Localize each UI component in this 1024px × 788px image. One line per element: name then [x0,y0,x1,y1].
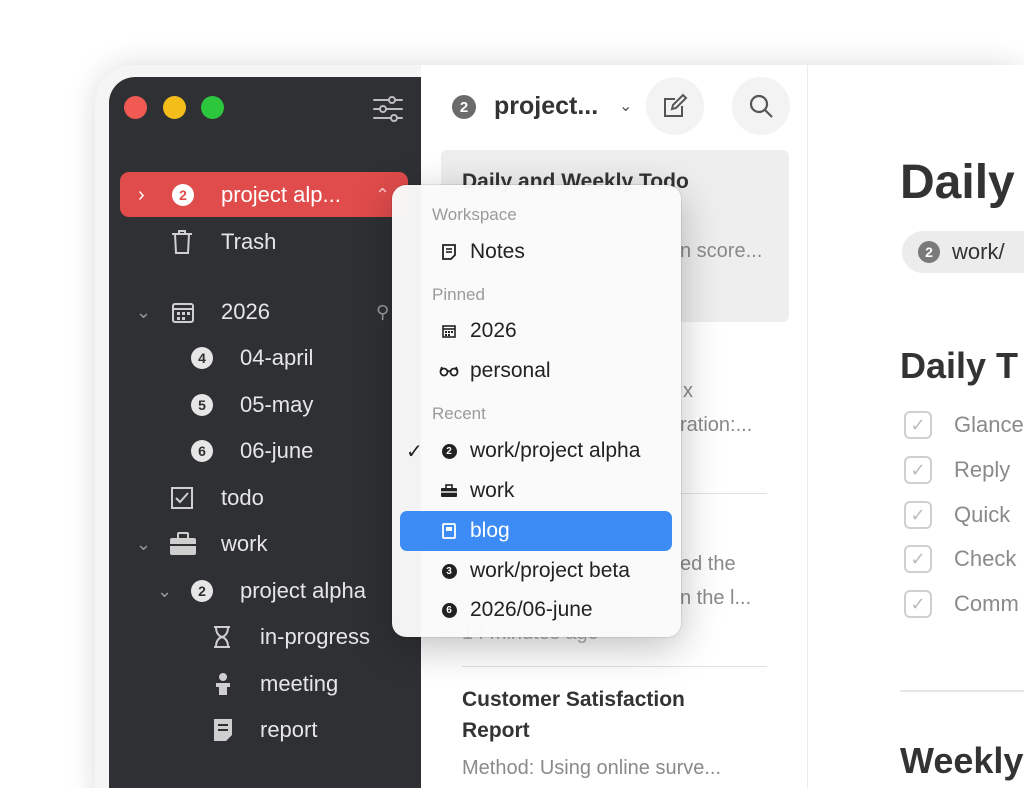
todo-item[interactable]: ✓ Check [904,544,1016,574]
todo-item[interactable]: ✓ Quick [904,500,1010,530]
briefcase-icon [436,484,462,498]
todo-item[interactable]: ✓ Reply [904,455,1010,485]
badge-4: 4 [191,338,213,378]
note-snippet: ed the [680,553,736,575]
menu-item-work[interactable]: work [400,471,672,511]
menu-item-personal[interactable]: personal [400,351,672,391]
menu-section-recent: Recent [432,404,486,423]
badge-5: 5 [191,385,213,425]
close-window-button[interactable] [124,96,147,119]
badge-3-icon: 3 [436,563,462,579]
menu-item-work-project-beta[interactable]: 3 work/project beta [400,551,672,591]
note-tag[interactable]: 2 work/ [902,231,1024,273]
section-heading: Weekly [900,740,1024,781]
up-down-chevron-icon[interactable]: ⌃ [375,175,390,215]
sidebar-item-05-may[interactable]: 05-may [240,385,313,425]
menu-item-notes[interactable]: Notes [400,232,672,272]
badge-6: 6 [191,431,213,471]
sidebar-item-work[interactable]: work [221,524,267,564]
sidebar-item-report[interactable]: report [260,710,317,750]
sidebar-item-trash[interactable]: Trash [221,222,276,262]
sidebar-item-in-progress[interactable]: in-progress [260,617,370,657]
workspace-badge: 2 [172,175,194,215]
menu-item-work-project-alpha[interactable]: ✓ 2 work/project alpha [400,431,672,471]
document-icon [213,710,233,750]
note-title: Customer Satisfaction [462,688,685,711]
chevron-down-icon[interactable]: ⌄ [136,524,151,564]
menu-item-blog[interactable]: blog [400,511,672,551]
compose-button[interactable] [646,77,704,135]
glasses-icon [436,365,462,377]
expand-chevron-icon[interactable]: › [138,175,145,215]
menu-item-2026[interactable]: 2026 [400,311,672,351]
note-snippet: x [683,380,693,402]
book-icon [436,523,462,539]
search-button[interactable] [732,77,790,135]
note-snippet: n the l... [680,587,752,609]
chevron-down-icon[interactable]: ⌄ [157,571,172,611]
checkbox-icon [171,478,193,518]
checkbox-icon[interactable]: ✓ [904,590,932,618]
note-snippet: Method: Using online surve... [462,757,722,779]
minimize-window-button[interactable] [163,96,186,119]
sidebar-item-06-june[interactable]: 06-june [240,431,313,471]
todo-item[interactable]: ✓ Glance [904,410,1024,440]
list-header-title[interactable]: project... [494,92,598,121]
section-heading: Daily T [900,345,1019,386]
workspace-label: project alp... [221,182,341,207]
search-icon [749,94,773,118]
note-snippet: ration:... [680,414,753,436]
calendar-icon [171,292,195,332]
menu-section-pinned: Pinned [432,285,485,304]
note-icon [436,244,462,260]
note-snippet: n score... [680,240,763,262]
calendar-icon [436,324,462,338]
checkmark-icon: ✓ [406,440,423,463]
badge-6-icon: 6 [436,602,462,618]
divider [462,666,767,667]
badge-2: 2 [191,571,213,611]
badge-2-icon: 2 [436,443,462,459]
hourglass-icon [212,617,232,657]
filter-settings-icon[interactable] [372,94,404,124]
note-title: Report [462,719,530,742]
chevron-down-icon[interactable]: ⌄ [619,96,632,116]
checkbox-icon[interactable]: ✓ [904,545,932,573]
todo-item[interactable]: ✓ Comm [904,589,1019,619]
presenter-icon [213,664,233,704]
menu-section-workspace: Workspace [432,205,517,224]
divider [900,690,1024,692]
list-header-badge: 2 [452,95,476,119]
sidebar-item-meeting[interactable]: meeting [260,664,338,704]
checkbox-icon[interactable]: ✓ [904,456,932,484]
menu-item-2026-06-june[interactable]: 6 2026/06-june [400,590,672,630]
pin-icon[interactable]: ⚲ [376,292,389,332]
sidebar-item-2026[interactable]: 2026 [221,292,270,332]
checkbox-icon[interactable]: ✓ [904,411,932,439]
note-heading: Daily [900,156,1015,209]
compose-icon [664,93,688,117]
checkbox-icon[interactable]: ✓ [904,501,932,529]
sidebar-item-project-alpha[interactable]: project alpha [240,571,366,611]
zoom-window-button[interactable] [201,96,224,119]
trash-icon [170,222,194,262]
sidebar-item-todo[interactable]: todo [221,478,264,518]
chevron-down-icon[interactable]: ⌄ [136,292,151,332]
sidebar-item-04-april[interactable]: 04-april [240,338,313,378]
briefcase-icon [169,524,197,564]
